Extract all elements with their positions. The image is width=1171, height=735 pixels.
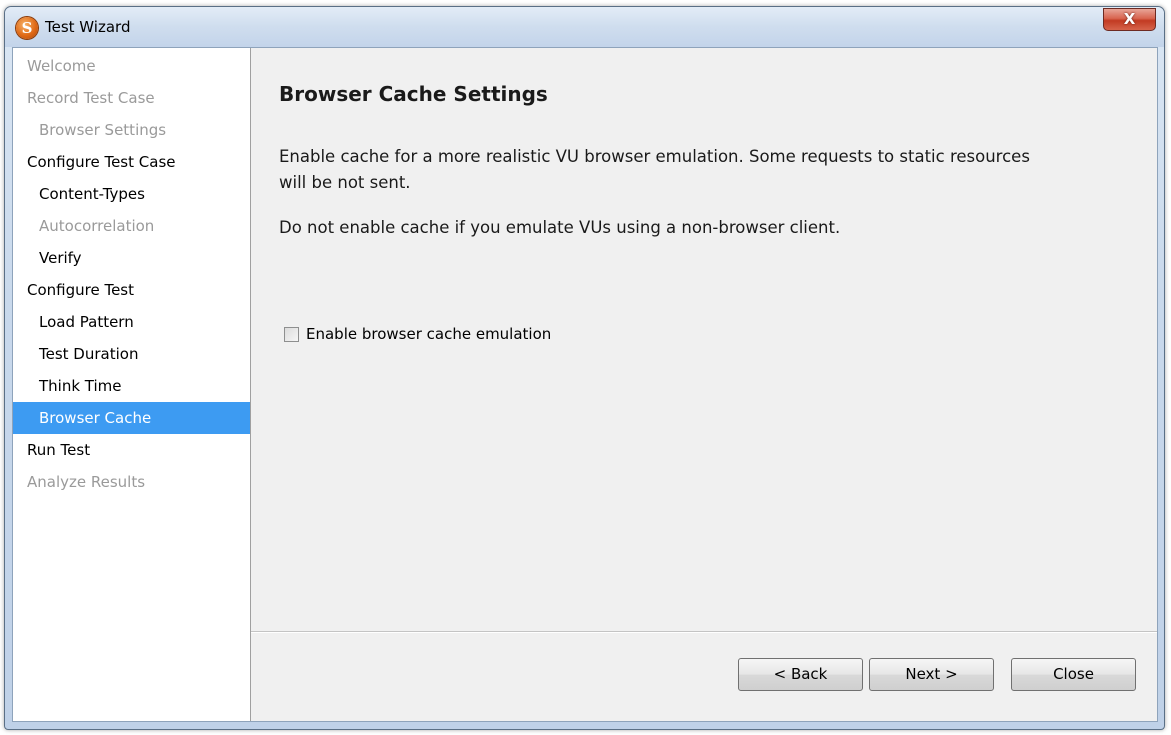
sidebar-item-browser-cache[interactable]: Browser Cache: [13, 402, 250, 434]
sidebar-item-test-duration[interactable]: Test Duration: [13, 338, 250, 370]
cache-emulation-label[interactable]: Enable browser cache emulation: [306, 325, 551, 343]
sidebar-item-load-pattern[interactable]: Load Pattern: [13, 306, 250, 338]
title-bar[interactable]: S Test Wizard X: [5, 7, 1164, 47]
sidebar-item-run-test[interactable]: Run Test: [13, 434, 250, 466]
sidebar-item-content-types[interactable]: Content-Types: [13, 178, 250, 210]
app-logo-icon: S: [16, 17, 38, 39]
next-button[interactable]: Next >: [869, 658, 994, 691]
cache-emulation-option[interactable]: Enable browser cache emulation: [284, 325, 551, 343]
step-description: Enable cache for a more realistic VU bro…: [279, 147, 1030, 192]
sidebar-item-autocorrelation: Autocorrelation: [39, 217, 155, 235]
sidebar-item-configure-test-case[interactable]: Configure Test Case: [13, 146, 250, 178]
cache-emulation-checkbox[interactable]: [284, 326, 299, 342]
sidebar-item-verify[interactable]: Verify: [13, 242, 250, 274]
page-title: Browser Cache Settings: [279, 82, 548, 106]
window-close-button[interactable]: X: [1103, 8, 1156, 31]
sidebar-item-configure-test[interactable]: Configure Test: [13, 274, 250, 306]
wizard-body: Welcome Record Test Case Browser Settings C…: [12, 47, 1158, 722]
sidebar-item-welcome: Welcome: [27, 57, 96, 75]
step-content: Browser Cache Settings Enable cache for …: [251, 48, 1157, 721]
window-title: Test Wizard: [45, 18, 131, 36]
back-button[interactable]: < Back: [738, 658, 863, 691]
sidebar-item-think-time[interactable]: Think Time: [13, 370, 250, 402]
close-button[interactable]: Close: [1011, 658, 1136, 691]
sidebar-item-analyze-results: Analyze Results: [27, 473, 146, 491]
sidebar-item-record-test-case: Record Test Case: [27, 89, 155, 107]
wizard-step-list: Welcome Record Test Case Browser Settings C…: [13, 48, 251, 721]
wizard-window: S Test Wizard X Welcome Record Test Case B…: [4, 6, 1165, 730]
step-note: Do not enable cache if you emulate VUs u…: [279, 218, 841, 237]
sidebar-item-browser-settings: Browser Settings: [39, 121, 167, 139]
footer-divider: [251, 631, 1157, 633]
